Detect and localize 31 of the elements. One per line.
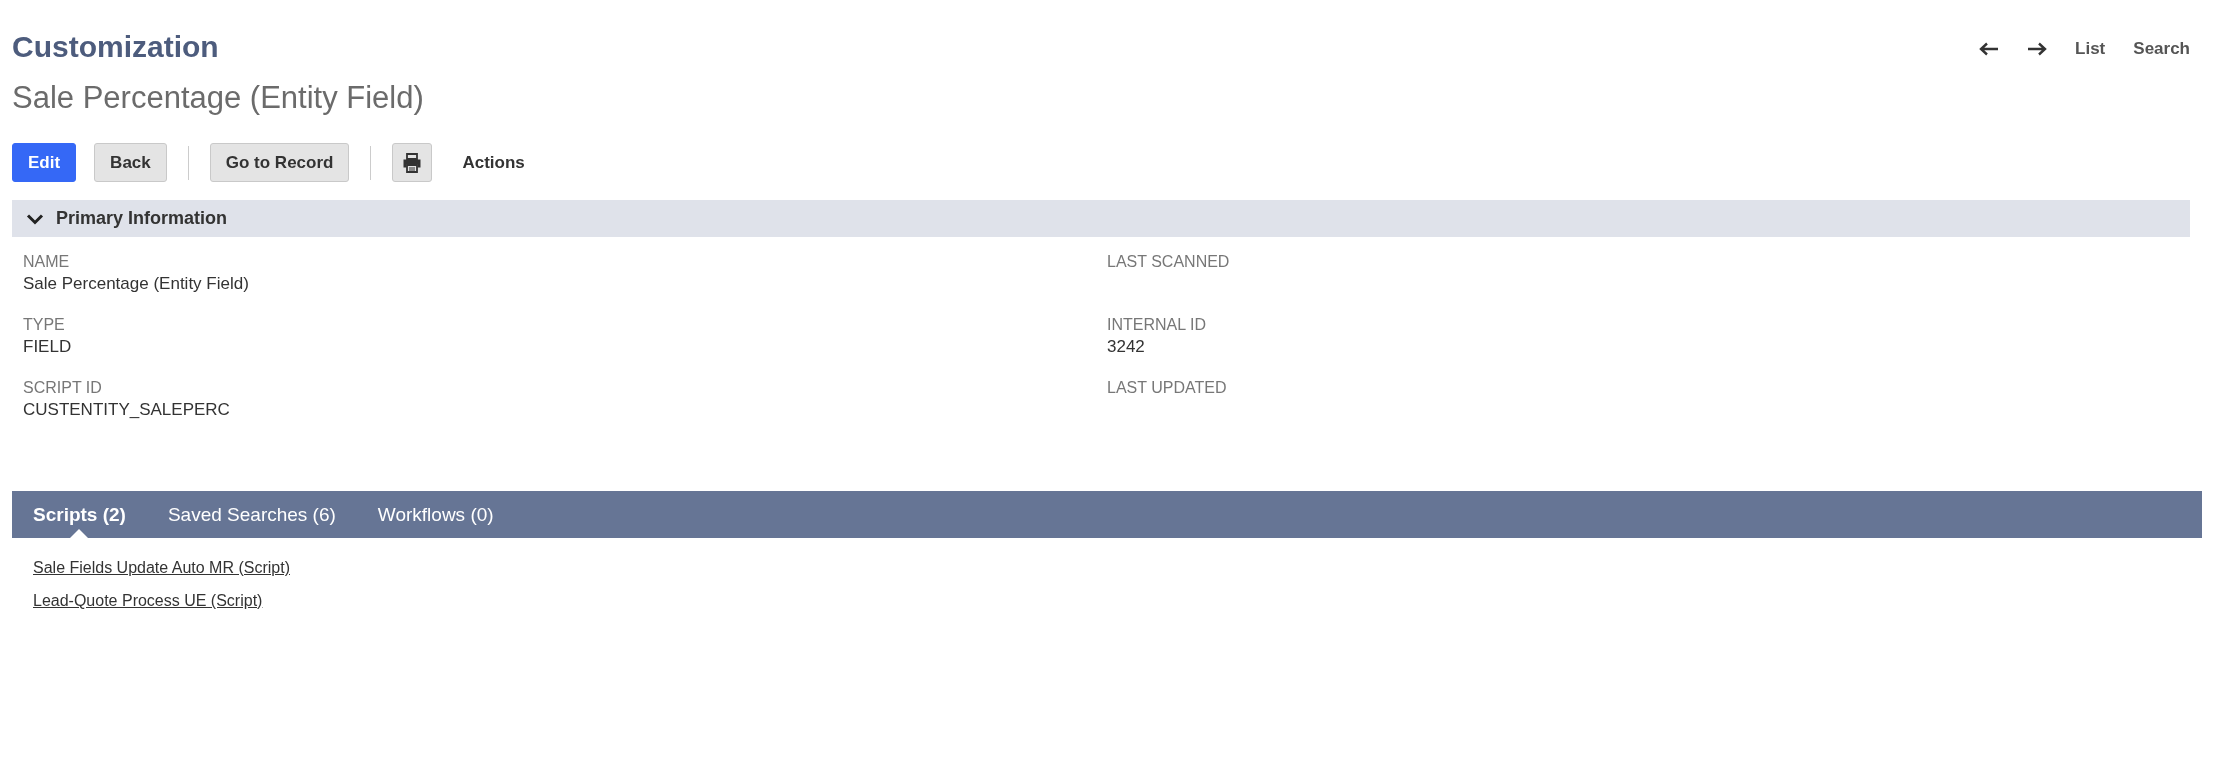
section-header[interactable]: Primary Information: [12, 200, 2190, 237]
field-label: NAME: [23, 252, 70, 272]
tab[interactable]: Workflows (0): [356, 491, 515, 538]
tab[interactable]: Scripts (2): [12, 491, 147, 538]
script-link[interactable]: Lead-Quote Process UE (Script): [33, 589, 263, 613]
right-arrow-icon[interactable]: [2027, 42, 2048, 56]
field-value: CUSTENTITY_SALEPERC: [23, 399, 230, 421]
print-button[interactable]: [392, 143, 433, 182]
field-value: Sale Percentage (Entity Field): [23, 273, 249, 295]
edit-button[interactable]: Edit: [12, 143, 77, 182]
field-label: TYPE: [23, 315, 65, 335]
tab-pointer-icon: [70, 529, 89, 538]
field-value: 3242: [1107, 336, 1145, 358]
field-label: LAST SCANNED: [1107, 252, 1230, 272]
tab[interactable]: Saved Searches (6): [146, 491, 357, 538]
page-title: Customization: [12, 29, 219, 65]
record-title: Sale Percentage (Entity Field): [12, 79, 425, 117]
chevron-icon[interactable]: [26, 212, 44, 225]
actions-menu-button[interactable]: Actions: [450, 143, 537, 182]
field-label: LAST UPDATED: [1107, 378, 1227, 398]
field-label: SCRIPT ID: [23, 378, 102, 398]
left-arrow-icon[interactable]: [1979, 42, 2000, 56]
nav-link[interactable]: Search: [2133, 38, 2190, 60]
printer-icon: [402, 152, 423, 173]
script-link[interactable]: Sale Fields Update Auto MR (Script): [33, 556, 290, 580]
field-label: INTERNAL ID: [1107, 315, 1206, 335]
field-value: FIELD: [23, 336, 72, 358]
section-title: Primary Information: [56, 208, 228, 229]
toolbar-button[interactable]: Back: [94, 143, 167, 182]
nav-link[interactable]: List: [2075, 38, 2106, 60]
toolbar-button[interactable]: Go to Record: [209, 143, 350, 182]
